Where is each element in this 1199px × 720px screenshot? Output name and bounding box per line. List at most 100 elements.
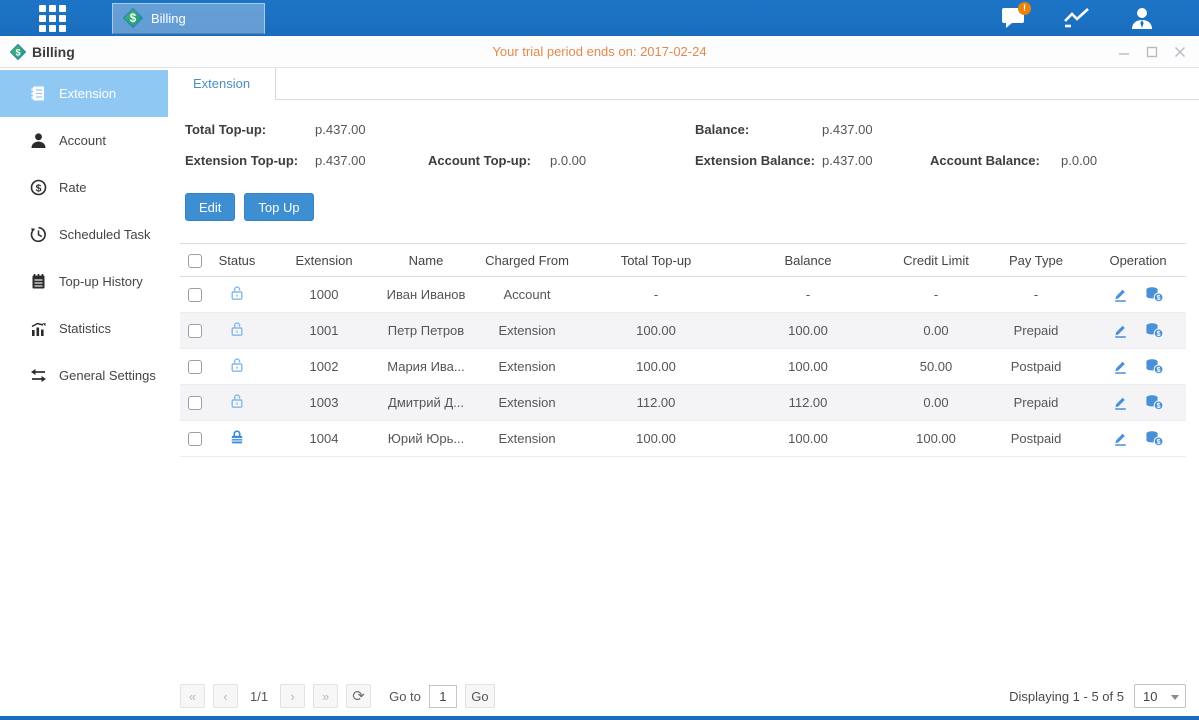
account-topup-value: p.0.00 xyxy=(550,145,586,176)
arrows-swap-icon xyxy=(30,367,47,384)
topup-coins-icon[interactable]: $ xyxy=(1145,430,1164,447)
row-checkbox[interactable] xyxy=(188,360,202,374)
refresh-icon[interactable]: ⟳ xyxy=(346,684,371,708)
cell-extension: 1000 xyxy=(264,277,384,313)
next-page-button[interactable]: › xyxy=(280,684,305,708)
chevron-down-icon xyxy=(1171,695,1179,700)
extension-topup-value: p.437.00 xyxy=(315,145,428,176)
cell-balance: 100.00 xyxy=(726,313,890,349)
sidebar-item-scheduled-task[interactable]: Scheduled Task xyxy=(0,211,168,258)
extension-topup-label: Extension Top-up: xyxy=(185,145,315,176)
sidebar-item-rate[interactable]: $ Rate xyxy=(0,164,168,211)
window-title: $ Billing xyxy=(10,44,75,60)
col-status: Status xyxy=(210,244,264,277)
table-row: 1003 Дмитрий Д... Extension 112.00 112.0… xyxy=(180,385,1186,421)
cell-name: Юрий Юрь... xyxy=(384,421,468,457)
go-button[interactable]: Go xyxy=(465,684,495,708)
cell-total-topup: - xyxy=(586,277,726,313)
top-up-button[interactable]: Top Up xyxy=(244,193,313,221)
sidebar-item-topup-history[interactable]: Top-up History xyxy=(0,258,168,305)
cell-name: Мария Ива... xyxy=(384,349,468,385)
cell-credit-limit: 100.00 xyxy=(890,421,982,457)
table-row: 1001 Петр Петров Extension 100.00 100.00… xyxy=(180,313,1186,349)
sidebar-item-general-settings[interactable]: General Settings xyxy=(0,352,168,399)
status-lock-icon xyxy=(229,361,245,376)
taskbar-item-label: Billing xyxy=(151,11,186,26)
cell-pay-type: Postpaid xyxy=(982,349,1090,385)
edit-button[interactable]: Edit xyxy=(185,193,235,221)
goto-page-input[interactable] xyxy=(429,685,457,708)
svg-text:$: $ xyxy=(1157,367,1161,374)
col-total-topup: Total Top-up xyxy=(586,244,726,277)
user-icon[interactable] xyxy=(1125,4,1159,32)
apps-grid-icon[interactable] xyxy=(36,2,69,35)
page-size-select[interactable]: 10 xyxy=(1134,684,1186,708)
notification-badge: ! xyxy=(1018,2,1031,15)
topup-coins-icon[interactable]: $ xyxy=(1145,322,1164,339)
cell-name: Дмитрий Д... xyxy=(384,385,468,421)
edit-pencil-icon[interactable] xyxy=(1112,430,1129,447)
edit-pencil-icon[interactable] xyxy=(1112,322,1129,339)
unlocked-icon xyxy=(229,393,245,409)
extension-balance-label: Extension Balance: xyxy=(695,145,822,176)
cell-credit-limit: 50.00 xyxy=(890,349,982,385)
topup-coins-icon[interactable]: $ xyxy=(1145,394,1164,411)
desktop-topbar: $ Billing ! xyxy=(0,0,1199,36)
cell-balance: - xyxy=(726,277,890,313)
stats-chart-icon xyxy=(30,320,47,337)
cell-balance: 100.00 xyxy=(726,421,890,457)
taskbar-item-billing[interactable]: $ Billing xyxy=(112,3,265,34)
account-balance-value: p.0.00 xyxy=(1061,145,1097,176)
window-titlebar: $ Billing Your trial period ends on: 201… xyxy=(0,36,1199,68)
col-credit-limit: Credit Limit xyxy=(890,244,982,277)
dollar-circle-icon: $ xyxy=(30,179,47,196)
cell-balance: 100.00 xyxy=(726,349,890,385)
window-controls xyxy=(1115,36,1189,68)
extension-table: Status Extension Name Charged From Total… xyxy=(180,243,1186,457)
topbar-right: ! xyxy=(997,0,1159,36)
first-page-button[interactable]: « xyxy=(180,684,205,708)
close-icon[interactable] xyxy=(1171,43,1189,61)
prev-page-button[interactable]: ‹ xyxy=(213,684,238,708)
messages-icon[interactable]: ! xyxy=(997,4,1031,32)
row-checkbox[interactable] xyxy=(188,324,202,338)
maximize-icon[interactable] xyxy=(1143,43,1161,61)
main-content: Extension Total Top-up: p.437.00 Extensi… xyxy=(168,68,1199,716)
sidebar-item-label: Rate xyxy=(59,180,86,195)
minimize-icon[interactable] xyxy=(1115,43,1133,61)
cell-charged-from: Extension xyxy=(468,385,586,421)
cell-charged-from: Account xyxy=(468,277,586,313)
cell-extension: 1004 xyxy=(264,421,384,457)
edit-pencil-icon[interactable] xyxy=(1112,286,1129,303)
status-lock-icon xyxy=(229,397,245,412)
edit-pencil-icon[interactable] xyxy=(1112,394,1129,411)
row-checkbox[interactable] xyxy=(188,288,202,302)
col-charged-from: Charged From xyxy=(468,244,586,277)
summary-panel: Total Top-up: p.437.00 Extension Top-up:… xyxy=(185,114,1199,176)
sidebar-item-label: Statistics xyxy=(59,321,111,336)
row-checkbox[interactable] xyxy=(188,432,202,446)
svg-text:$: $ xyxy=(15,47,20,57)
sidebar-item-statistics[interactable]: Statistics xyxy=(0,305,168,352)
row-checkbox[interactable] xyxy=(188,396,202,410)
topup-coins-icon[interactable]: $ xyxy=(1145,286,1164,303)
tab-extension[interactable]: Extension xyxy=(168,68,276,100)
col-operation: Operation xyxy=(1090,244,1186,277)
last-page-button[interactable]: » xyxy=(313,684,338,708)
window-title-text: Billing xyxy=(32,44,75,60)
monitor-icon[interactable] xyxy=(1061,4,1095,32)
topup-coins-icon[interactable]: $ xyxy=(1145,358,1164,375)
select-all-checkbox[interactable] xyxy=(188,254,202,268)
sidebar-item-extension[interactable]: Extension xyxy=(0,70,168,117)
unlocked-icon xyxy=(229,285,245,301)
sidebar-item-account[interactable]: Account xyxy=(0,117,168,164)
extension-balance-value: p.437.00 xyxy=(822,145,930,176)
cell-pay-type: - xyxy=(982,277,1090,313)
clock-icon xyxy=(30,226,47,243)
col-extension: Extension xyxy=(264,244,384,277)
total-topup-label: Total Top-up: xyxy=(185,114,315,145)
cell-extension: 1002 xyxy=(264,349,384,385)
desktop-bottom-edge xyxy=(0,716,1199,720)
pagination-bar: « ‹ 1/1 › » ⟳ Go to Go Displaying 1 - 5 … xyxy=(180,684,1186,708)
edit-pencil-icon[interactable] xyxy=(1112,358,1129,375)
